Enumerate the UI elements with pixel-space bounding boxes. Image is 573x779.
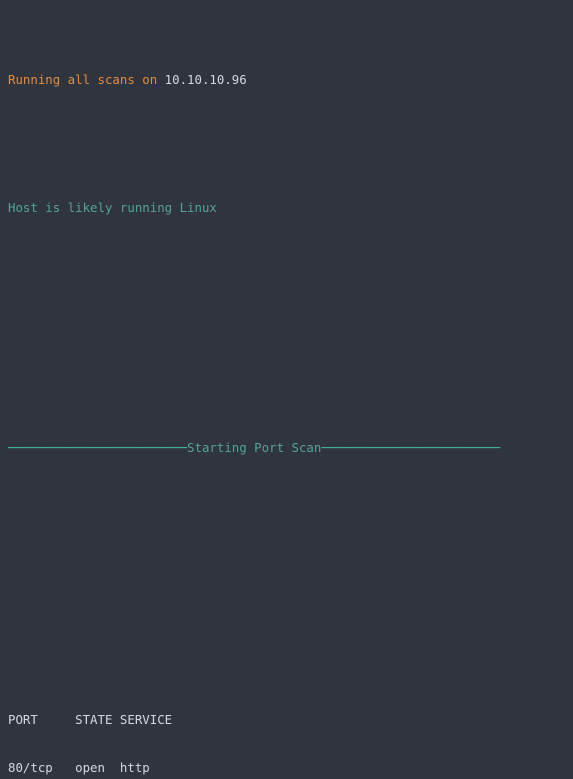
banner-rule-right: ──────────────────────── <box>321 440 501 455</box>
os-guess-line: Host is likely running Linux <box>8 200 217 215</box>
terminal-output: Running all scans on 10.10.10.96 Host is… <box>0 0 573 779</box>
port-scan-row: 80/tcp open http <box>8 760 150 775</box>
running-scans-line: Running all scans on 10.10.10.96 <box>8 72 573 88</box>
banner-port-scan: ────────────────────────Starting Port Sc… <box>8 440 573 456</box>
target-host-value: 10.10.10.96 <box>164 72 247 87</box>
banner-title: Starting Port Scan <box>187 440 322 455</box>
running-scans-label: Running all scans on <box>8 72 165 87</box>
banner-rule-left: ──────────────────────── <box>8 440 188 455</box>
port-scan-header: PORT STATE SERVICE <box>8 712 173 727</box>
